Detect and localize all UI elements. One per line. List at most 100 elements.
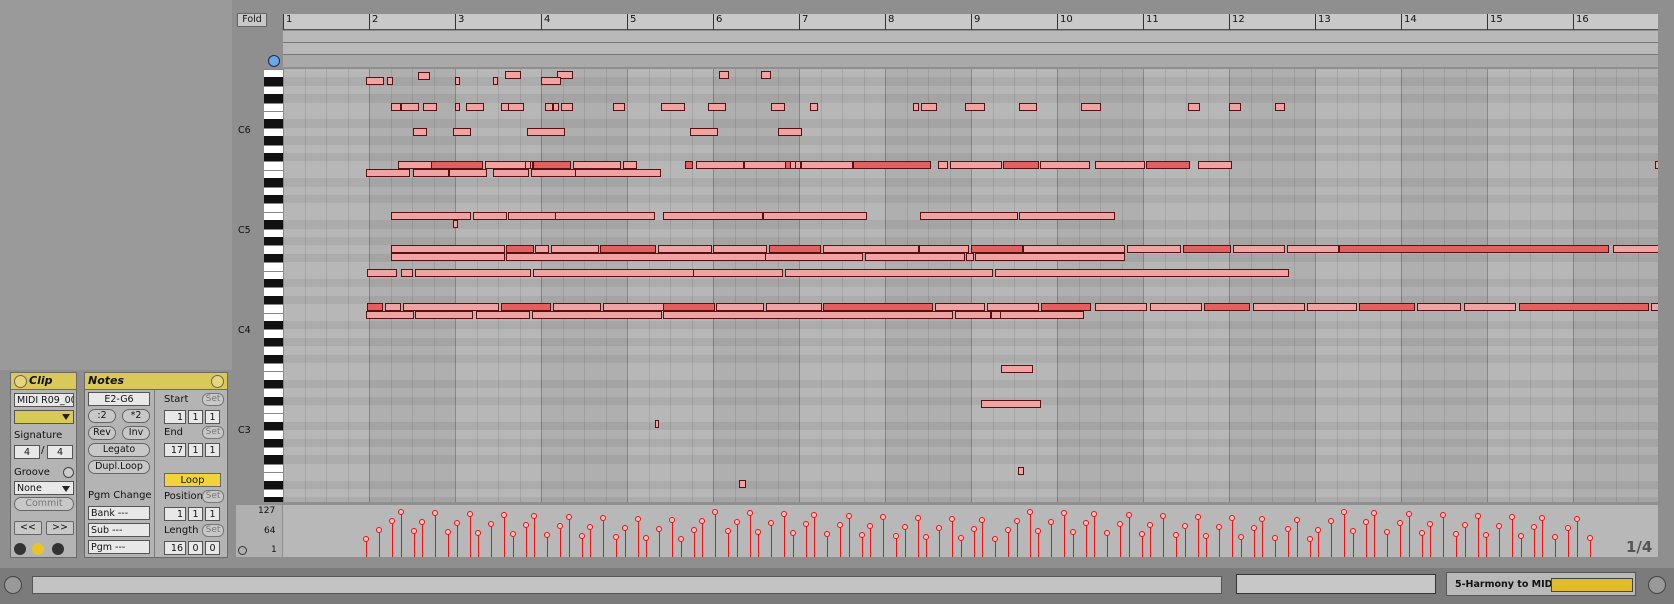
velocity-handle[interactable] (621, 525, 628, 531)
midi-note[interactable] (761, 71, 771, 79)
midi-note[interactable] (1040, 161, 1090, 169)
velocity-handle[interactable] (1237, 534, 1244, 540)
midi-note[interactable] (966, 253, 974, 261)
velocity-stem[interactable] (1443, 515, 1445, 557)
midi-note[interactable] (987, 303, 1039, 311)
velocity-stem[interactable] (1365, 522, 1367, 557)
midi-note[interactable] (693, 269, 783, 277)
velocity-stem[interactable] (1576, 519, 1578, 557)
velocity-handle[interactable] (1539, 515, 1545, 521)
double-button[interactable]: *2 (122, 409, 150, 423)
velocity-stem[interactable] (1464, 525, 1466, 557)
midi-note[interactable] (532, 311, 662, 319)
velocity-handle[interactable] (522, 522, 529, 528)
velocity-handle[interactable] (1306, 536, 1313, 542)
velocity-handle[interactable] (781, 511, 788, 517)
midi-note[interactable] (1188, 103, 1200, 111)
black-key[interactable] (264, 480, 283, 489)
velocity-handle[interactable] (1349, 528, 1356, 534)
loop-brace[interactable] (283, 31, 1658, 43)
midi-note[interactable] (1253, 303, 1305, 311)
velocity-handle[interactable] (755, 529, 761, 535)
velocity-handle[interactable] (1397, 520, 1404, 526)
midi-note[interactable] (975, 253, 1125, 261)
midi-note[interactable] (716, 303, 764, 311)
preview-icon[interactable] (268, 55, 280, 67)
velocity-stem[interactable] (982, 520, 983, 557)
midi-note[interactable] (1651, 303, 1658, 311)
velocity-stem[interactable] (1141, 534, 1143, 557)
velocity-stem[interactable] (590, 527, 591, 557)
velocity-stem[interactable] (379, 530, 381, 557)
midi-note[interactable] (455, 77, 460, 85)
midi-note[interactable] (366, 169, 410, 177)
velocity-stem[interactable] (848, 516, 850, 557)
duplicate-loop-button[interactable]: Dupl.Loop (88, 460, 150, 474)
midi-note[interactable] (367, 303, 383, 311)
velocity-handle[interactable] (531, 513, 537, 519)
midi-note[interactable] (935, 303, 985, 311)
velocity-stem[interactable] (1150, 525, 1151, 557)
black-key[interactable] (264, 253, 283, 263)
velocity-stem[interactable] (581, 536, 583, 557)
velocity-handle[interactable] (811, 512, 817, 518)
velocity-handle[interactable] (1181, 523, 1188, 529)
midi-note[interactable] (1229, 103, 1241, 111)
midi-note[interactable] (696, 161, 744, 169)
end-sixteenth[interactable]: 1 (205, 443, 220, 457)
velocity-handle[interactable] (1565, 525, 1572, 531)
midi-note[interactable] (575, 169, 661, 177)
velocity-handle[interactable] (1293, 517, 1300, 523)
velocity-stem[interactable] (1296, 520, 1298, 557)
length-set-button[interactable]: Set (202, 524, 224, 537)
velocity-handle[interactable] (1173, 532, 1180, 538)
velocity-handle[interactable] (466, 511, 473, 517)
midi-note[interactable] (1183, 245, 1231, 253)
midi-note[interactable] (955, 311, 991, 319)
velocity-handle[interactable] (970, 526, 977, 532)
velocity-stem[interactable] (1542, 518, 1543, 557)
velocity-stem[interactable] (1262, 519, 1263, 557)
length-sixteenths[interactable]: 0 (205, 541, 220, 555)
length-bars[interactable]: 16 (164, 541, 186, 555)
midi-note[interactable] (766, 303, 822, 311)
velocity-handle[interactable] (1229, 515, 1236, 521)
midi-note[interactable] (1003, 161, 1039, 169)
velocity-handle[interactable] (1483, 532, 1489, 538)
velocity-handle[interactable] (578, 533, 585, 539)
midi-note[interactable] (366, 311, 414, 319)
midi-note[interactable] (431, 161, 483, 169)
collapse-icon[interactable] (1648, 576, 1666, 594)
scroll-strip[interactable] (32, 576, 1222, 594)
midi-note[interactable] (771, 103, 785, 111)
half-button[interactable]: :2 (88, 409, 116, 423)
velocity-handle[interactable] (1082, 520, 1089, 526)
velocity-stem[interactable] (512, 534, 514, 557)
velocity-handle[interactable] (1440, 512, 1447, 518)
position-sixteenth[interactable]: 1 (205, 507, 220, 521)
velocity-stem[interactable] (1512, 517, 1514, 557)
velocity-stem[interactable] (728, 531, 730, 557)
velocity-stem[interactable] (952, 519, 954, 557)
midi-note[interactable] (1019, 212, 1115, 220)
velocity-stem[interactable] (973, 529, 975, 557)
velocity-stem[interactable] (525, 525, 527, 557)
velocity-handle[interactable] (979, 517, 985, 523)
midi-note[interactable] (508, 103, 524, 111)
legato-button[interactable]: Legato (88, 443, 150, 457)
midi-note[interactable] (476, 311, 530, 319)
black-key[interactable] (264, 455, 283, 464)
black-key[interactable] (264, 237, 283, 246)
midi-note[interactable] (561, 103, 573, 111)
velocity-handle[interactable] (1216, 524, 1223, 530)
midi-note[interactable] (453, 220, 458, 228)
velocity-handle[interactable] (453, 520, 460, 526)
black-key[interactable] (264, 421, 283, 431)
velocity-handle[interactable] (1509, 514, 1516, 520)
midi-note[interactable] (553, 103, 559, 111)
position-set-button[interactable]: Set (202, 490, 224, 503)
velocity-stem[interactable] (1568, 528, 1570, 557)
black-key[interactable] (264, 438, 283, 447)
midi-note[interactable] (525, 161, 531, 169)
midi-note[interactable] (573, 161, 621, 169)
